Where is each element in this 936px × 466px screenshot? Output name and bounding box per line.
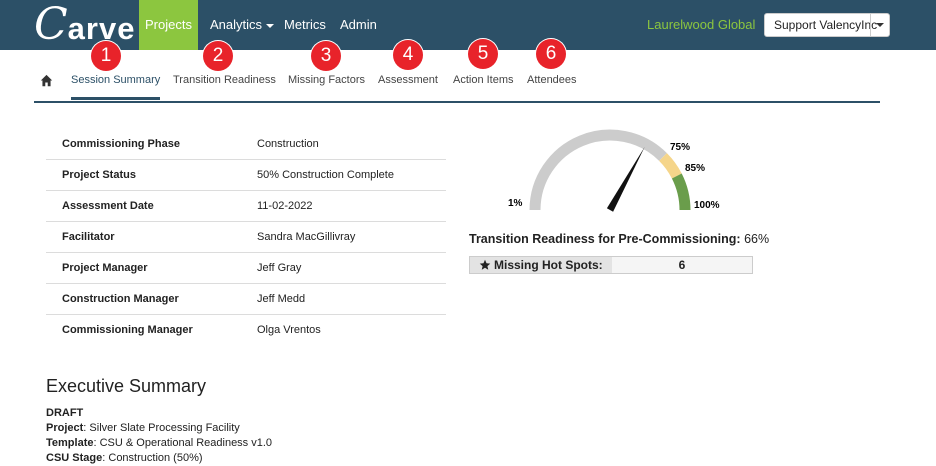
detail-label: Commissioning Manager [62,324,193,336]
missing-hotspots-row: Missing Hot Spots: 6 [469,256,753,274]
hotspots-value: 6 [678,258,686,272]
gauge-arc-base [529,129,667,211]
detail-value: 50% Construction Complete [257,159,446,191]
callout-badge-1: 1 [91,41,121,71]
tab-action-items[interactable]: Action Items [453,74,514,86]
gauge-label-max: 100% [694,200,720,211]
gauge-needle [606,146,645,212]
summary-line: Project: Silver Slate Processing Facilit… [46,422,240,434]
nav-projects-label: Projects [145,17,192,32]
chevron-down-icon [876,23,884,27]
session-details-table: Commissioning Phase Construction Project … [46,129,446,345]
gauge-arc-yellow [658,153,682,179]
tab-attendees[interactable]: Attendees [527,74,577,86]
user-menu-toggle[interactable] [870,14,889,36]
callout-badge-5: 5 [468,39,498,69]
detail-value: Olga Vrentos [257,324,321,336]
detail-label: Construction Manager [46,283,257,315]
callout-badge-2: 2 [203,41,233,71]
detail-value: Construction [257,129,446,160]
detail-label: Commissioning Phase [46,129,257,160]
tab-session-summary[interactable]: Session Summary [71,74,161,100]
gauge-label-85: 85% [685,163,705,174]
summary-line: Template: CSU & Operational Readiness v1… [46,437,273,449]
table-row: Commissioning Phase Construction [46,129,446,160]
star-icon [479,259,491,270]
hotspots-label: Missing Hot Spots: [494,258,603,272]
detail-value: Sandra MacGillivray [257,221,446,253]
nav-metrics-label: Metrics [284,17,326,32]
gauge-svg: 1% 75% 85% 100% [508,129,720,212]
detail-label: Project Manager [46,252,257,284]
organization-name: Laurelwood Global [647,17,756,32]
user-menu-label: Support ValencyInc [774,18,878,32]
summary-key: Template [46,437,94,449]
tab-assessment[interactable]: Assessment [378,74,438,86]
table-row: Facilitator Sandra MacGillivray [46,221,446,253]
table-row: Assessment Date 11-02-2022 [46,190,446,222]
gauge-label-min: 1% [508,198,523,209]
gauge-label-75: 75% [670,142,690,153]
callout-badge-3: 3 [311,41,341,71]
detail-value: Jeff Gray [257,252,446,284]
summary-key: CSU Stage [46,452,103,464]
detail-label: Facilitator [46,221,257,253]
summary-status-text: DRAFT [46,407,84,419]
table-row: Construction Manager Jeff Medd [46,283,446,315]
callout-badge-6: 6 [536,39,566,69]
detail-label: Assessment Date [46,190,257,222]
executive-summary-heading: Executive Summary [46,376,207,396]
nav-projects[interactable]: Projects [139,0,198,50]
home-icon[interactable] [40,74,53,87]
readiness-value: 66% [744,232,770,246]
gauge-arc-green [671,173,691,211]
session-tabs: Session Summary Transition Readiness Mis… [34,64,880,103]
logo-initial: C [34,0,68,50]
nav-admin[interactable]: Admin [330,0,387,50]
table-row: Project Status 50% Construction Complete [46,159,446,191]
summary-key: Project [46,422,84,434]
summary-value: Silver Slate Processing Facility [89,422,240,434]
callout-badge-4: 4 [393,40,423,70]
readiness-gauge: 1% 75% 85% 100% [460,120,760,220]
executive-summary-body: DRAFT Project: Silver Slate Processing F… [46,406,272,466]
detail-value: Jeff Medd [257,283,446,315]
carve-logo[interactable]: Carve [34,3,135,47]
readiness-summary: Transition Readiness for Pre-Commissioni… [469,232,769,246]
top-navbar: Carve Projects Analytics Metrics Admin L… [0,0,936,50]
nav-analytics-label: Analytics [210,17,263,32]
nav-admin-label: Admin [340,17,377,32]
table-row: Commissioning Manager Olga Vrentos [46,315,446,346]
summary-status: DRAFT [46,406,272,421]
hotspots-label-cell: Missing Hot Spots: [470,257,612,273]
table-row: Project Manager Jeff Gray [46,252,446,284]
summary-value: CSU & Operational Readiness v1.0 [99,437,273,449]
tab-transition-readiness[interactable]: Transition Readiness [173,74,276,86]
detail-value: 11-02-2022 [257,190,446,222]
detail-label: Project Status [46,159,257,191]
summary-value: Construction (50%) [108,452,203,464]
chevron-down-icon [266,23,275,28]
readiness-label: Transition Readiness for Pre-Commissioni… [469,232,741,246]
user-menu-button[interactable]: Support ValencyInc [764,13,890,37]
tab-missing-factors[interactable]: Missing Factors [288,74,365,86]
